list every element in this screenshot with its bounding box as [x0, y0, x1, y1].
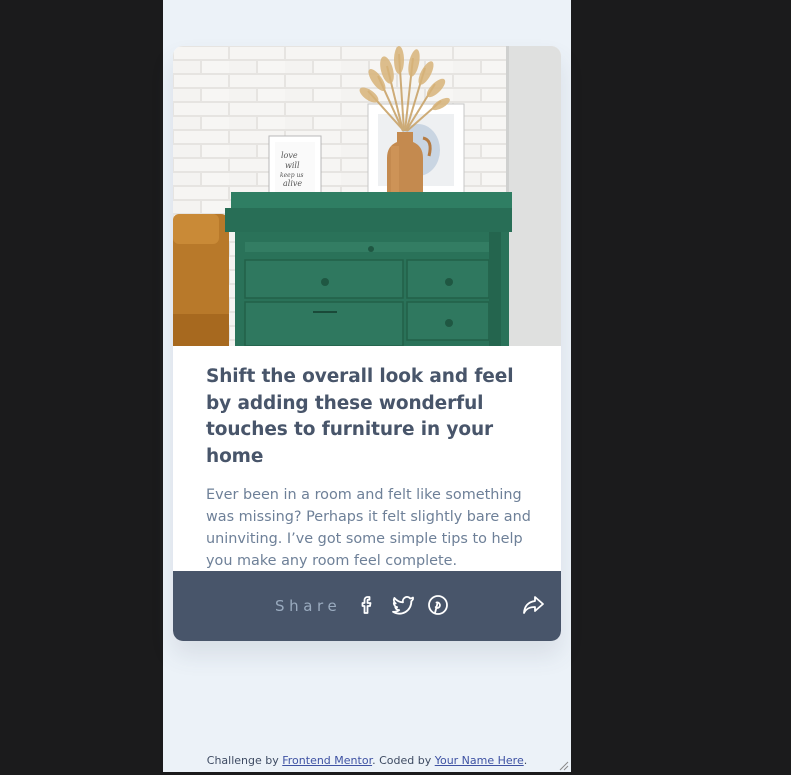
author-link[interactable]: Your Name Here [435, 754, 524, 767]
svg-text:keep us: keep us [280, 172, 303, 179]
attribution-middle: . Coded by [372, 754, 435, 767]
article-card: love will keep us alive Shift the overal… [173, 46, 561, 641]
article-description: Ever been in a room and felt like someth… [206, 487, 531, 569]
share-bar: Share [173, 571, 561, 641]
frontend-mentor-link[interactable]: Frontend Mentor [282, 754, 372, 767]
attribution: Challenge by Frontend Mentor. Coded by Y… [163, 754, 571, 767]
svg-text:love: love [281, 151, 298, 160]
resize-grip-icon[interactable] [558, 760, 569, 771]
svg-text:will: will [285, 161, 300, 170]
article-content: Shift the overall look and feel by addin… [206, 364, 531, 572]
page-viewport: love will keep us alive Shift the overal… [163, 0, 571, 772]
share-label: Share [275, 597, 342, 615]
pinterest-icon[interactable] [427, 594, 449, 616]
twitter-icon[interactable] [391, 594, 414, 616]
facebook-icon[interactable] [356, 594, 378, 616]
svg-text:alive: alive [283, 179, 302, 188]
article-image: love will keep us alive [173, 46, 561, 346]
attribution-suffix: . [523, 754, 528, 767]
share-arrow-icon[interactable] [521, 593, 545, 617]
article-title: Shift the overall look and feel by addin… [206, 366, 514, 467]
attribution-prefix: Challenge by [206, 754, 283, 767]
